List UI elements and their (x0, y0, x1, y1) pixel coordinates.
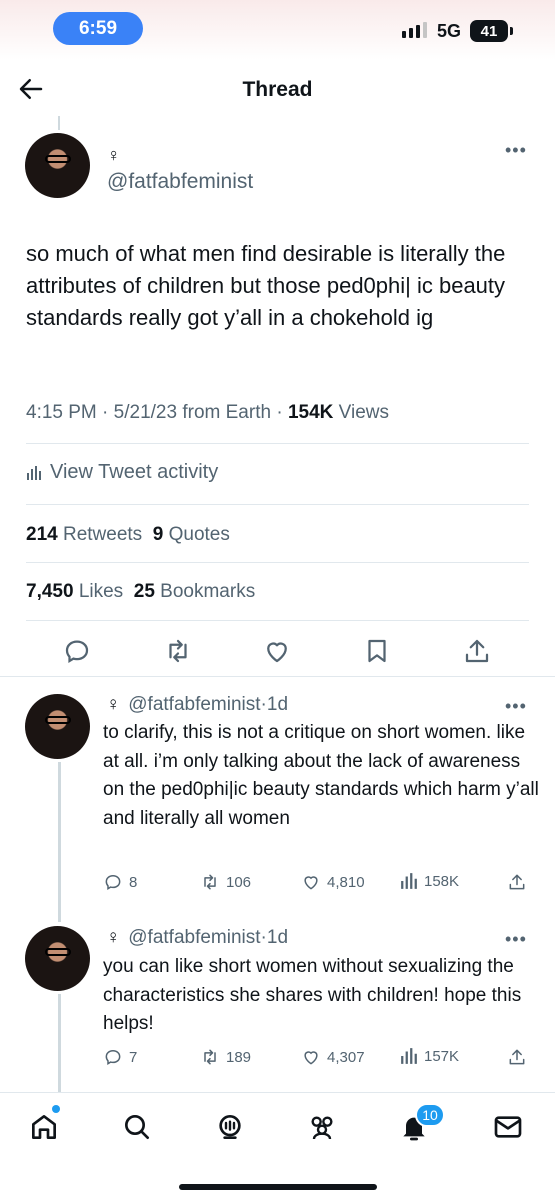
views-label: Views (338, 402, 389, 423)
reply-actions: 8 106 4,810 158K (0, 872, 555, 896)
battery-icon: 41 (470, 20, 513, 42)
network-type: 5G (437, 21, 462, 41)
like-icon (304, 1051, 318, 1065)
communities-icon[interactable] (306, 1111, 338, 1143)
thread-connector (58, 762, 61, 922)
retweet-quote-stats: 214 Retweets 9 Quotes (26, 524, 230, 546)
reply-header: ♀ @fatfabfeminist·1d (106, 927, 289, 948)
divider (26, 620, 529, 621)
views-count: 154K (287, 402, 334, 423)
bookmarks-label[interactable]: Bookmarks (160, 581, 255, 602)
reply-like-button[interactable]: 4,810 (301, 872, 365, 892)
tweet-date: 5/21/23 (113, 402, 178, 423)
like-icon[interactable] (262, 636, 292, 666)
retweet-count: 106 (226, 873, 252, 891)
reply-share-button[interactable] (507, 1047, 527, 1067)
thread-connector (58, 116, 60, 130)
retweet-icon (204, 874, 216, 890)
share-icon (509, 874, 525, 890)
signal-icon (402, 22, 427, 38)
share-icon[interactable] (462, 636, 492, 666)
home-unread-dot (52, 1105, 60, 1113)
share-icon (509, 1049, 525, 1065)
divider (26, 504, 529, 505)
retweets-count[interactable]: 214 (26, 524, 58, 545)
reply-comment-button[interactable]: 8 (103, 872, 137, 892)
retweets-label[interactable]: Retweets (63, 524, 142, 545)
more-options-icon[interactable]: ••• (505, 929, 527, 950)
view-activity-button[interactable]: View Tweet activity (26, 461, 218, 484)
reply-retweet-button[interactable]: 106 (200, 872, 251, 892)
messages-icon[interactable] (492, 1111, 524, 1143)
reply-like-button[interactable]: 4,307 (301, 1047, 365, 1067)
comment-count: 7 (129, 1048, 138, 1066)
like-count: 4,307 (327, 1048, 365, 1066)
avatar[interactable] (25, 133, 90, 198)
divider (26, 562, 529, 563)
status-bar: 6:59 5G 41 (0, 0, 555, 60)
likes-count[interactable]: 7,450 (26, 581, 74, 602)
tweet-meta: 4:15 PM · 5/21/23 from Earth · 154K View… (26, 402, 389, 423)
like-icon (304, 876, 318, 890)
analytics-icon (401, 873, 417, 889)
retweet-count: 189 (226, 1048, 252, 1066)
more-options-icon[interactable]: ••• (505, 696, 527, 717)
bookmark-icon[interactable] (362, 636, 392, 666)
tweet-actions (0, 636, 555, 666)
reply-age: 1d (266, 694, 289, 715)
author-handle[interactable]: @fatfabfeminist (107, 170, 253, 194)
divider (0, 676, 555, 677)
retweet-icon[interactable] (163, 636, 193, 666)
tweet-source: from Earth (182, 402, 272, 423)
divider (26, 443, 529, 444)
reply-icon (105, 1049, 121, 1066)
reply-text: to clarify, this is not a critique on sh… (103, 722, 539, 829)
reply-actions: 7 189 4,307 157K (0, 1047, 555, 1071)
reply-age: 1d (266, 927, 289, 948)
like-bookmark-stats: 7,450 Likes 25 Bookmarks (26, 581, 255, 603)
battery-level: 41 (480, 22, 498, 40)
reply-header: ♀ @fatfabfeminist·1d (106, 694, 289, 715)
tweet-time: 4:15 PM (26, 402, 97, 423)
bookmarks-count[interactable]: 25 (134, 581, 155, 602)
analytics-icon (27, 465, 41, 480)
reply-views-button[interactable]: 158K (400, 872, 459, 890)
avatar[interactable] (25, 926, 90, 991)
reply-share-button[interactable] (507, 872, 527, 892)
retweet-icon (204, 1049, 216, 1065)
home-icon[interactable] (28, 1111, 60, 1143)
reply-icon (105, 874, 121, 891)
reply-text: you can like short women without sexuali… (103, 956, 522, 1034)
status-time: 6:59 (53, 12, 143, 45)
gender-symbol: ♀ (106, 694, 121, 715)
reply-views-button[interactable]: 157K (400, 1047, 459, 1065)
quotes-count[interactable]: 9 (153, 524, 164, 545)
reply-retweet-button[interactable]: 189 (200, 1047, 251, 1067)
views-count: 157K (424, 1047, 460, 1065)
page-title: Thread (242, 78, 313, 101)
views-count: 158K (424, 872, 460, 890)
gender-symbol: ♀ (107, 145, 121, 165)
comment-count: 8 (129, 873, 138, 891)
reply-handle[interactable]: @fatfabfeminist (128, 927, 260, 948)
thread-header: Thread (0, 60, 555, 118)
view-activity-label: View Tweet activity (50, 461, 219, 483)
notifications-badge: 10 (415, 1103, 445, 1127)
avatar[interactable] (25, 694, 90, 759)
reply-icon[interactable] (62, 636, 92, 666)
gender-symbol: ♀ (106, 927, 121, 948)
more-options-icon[interactable]: ••• (505, 140, 527, 161)
home-indicator (179, 1184, 377, 1190)
search-icon[interactable] (121, 1111, 153, 1143)
quotes-label[interactable]: Quotes (169, 524, 230, 545)
reply-comment-button[interactable]: 7 (103, 1047, 137, 1067)
like-count: 4,810 (327, 873, 365, 891)
analytics-icon (401, 1048, 417, 1064)
spaces-icon[interactable] (214, 1111, 246, 1143)
thread-connector (58, 994, 61, 1092)
likes-label[interactable]: Likes (79, 581, 123, 602)
reply-handle[interactable]: @fatfabfeminist (128, 694, 260, 715)
tweet-text: so much of what men find desirable is li… (26, 241, 506, 330)
